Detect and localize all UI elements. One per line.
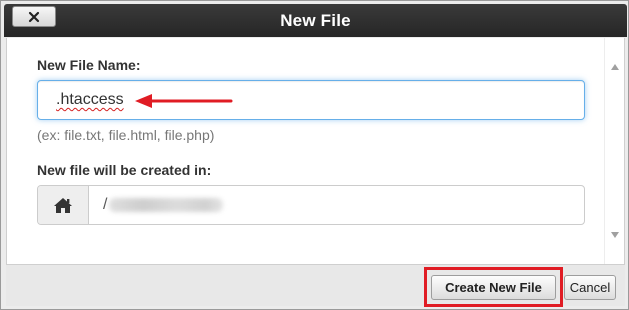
create-new-file-button[interactable]: Create New File — [431, 275, 556, 300]
new-file-dialog: New File New File Name: .htaccess (ex: f… — [0, 0, 629, 310]
directory-prefix: / — [103, 196, 108, 213]
directory-addon — [38, 186, 89, 224]
triangle-down-icon — [611, 232, 619, 238]
scroll-down-arrow[interactable] — [605, 226, 625, 244]
scroll-up-arrow[interactable] — [605, 58, 625, 76]
cancel-button[interactable]: Cancel — [564, 275, 616, 300]
home-icon — [54, 197, 72, 213]
directory-path-redacted — [109, 197, 224, 212]
file-name-value: .htaccess — [56, 91, 124, 108]
triangle-up-icon — [611, 64, 619, 70]
dialog-scrollbar[interactable] — [604, 38, 624, 264]
file-name-label: New File Name: — [37, 57, 141, 73]
file-name-input[interactable]: .htaccess — [37, 80, 585, 120]
dialog-titlebar: New File — [4, 4, 627, 37]
directory-input[interactable]: / — [89, 186, 584, 224]
directory-label: New file will be created in: — [37, 162, 212, 178]
directory-field-group: / — [37, 185, 585, 225]
dialog-footer: Create New File Cancel — [6, 264, 625, 307]
file-name-hint: (ex: file.txt, file.html, file.php) — [37, 127, 215, 143]
red-arrow-annotation — [135, 94, 233, 108]
dialog-title: New File — [280, 11, 351, 30]
dialog-body: New File Name: .htaccess (ex: file.txt, … — [6, 38, 625, 264]
